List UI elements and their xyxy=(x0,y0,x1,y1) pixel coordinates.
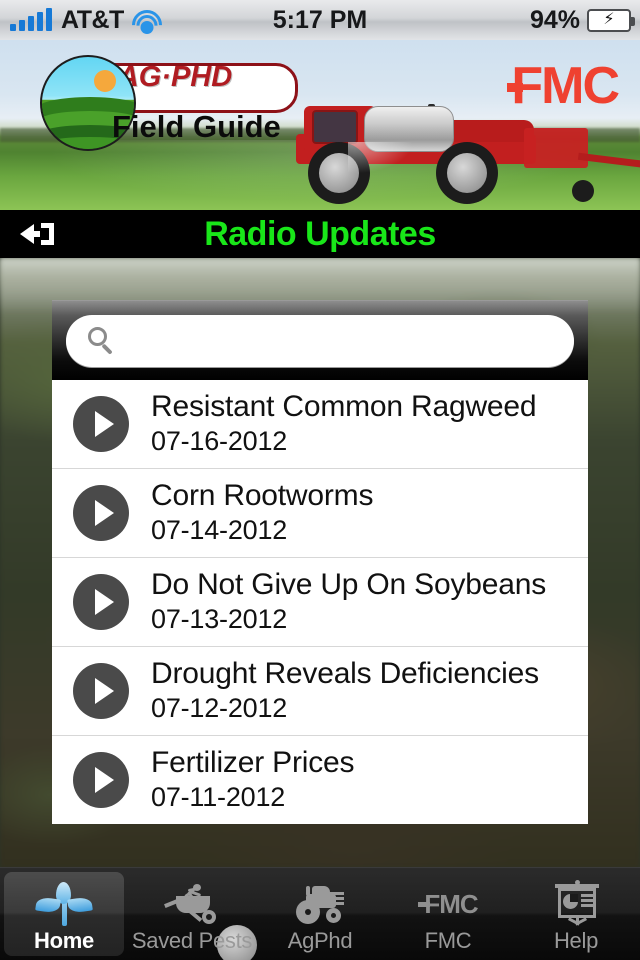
list-item-date: 07-13-2012 xyxy=(151,604,288,635)
list-item[interactable]: Resistant Common Ragweed 07-16-2012 xyxy=(52,380,588,469)
search-panel xyxy=(52,300,588,381)
search-icon xyxy=(88,327,116,355)
app-header-banner: AG·PHD Field Guide FMC xyxy=(0,40,640,210)
play-icon[interactable] xyxy=(73,663,129,719)
tractor-icon xyxy=(290,880,350,928)
tab-saved-pests[interactable]: Saved Pests xyxy=(128,868,257,960)
tab-fmc-label: FMC xyxy=(424,928,472,953)
list-item[interactable]: Drought Reveals Deficiencies 07-12-2012 xyxy=(52,647,588,736)
page-title: Radio Updates xyxy=(204,214,436,253)
play-icon[interactable] xyxy=(73,485,129,541)
list-item[interactable]: Do Not Give Up On Soybeans 07-13-2012 xyxy=(52,558,588,647)
tab-saved-pests-label: Saved Pests xyxy=(131,928,253,953)
clock-label: 5:17 PM xyxy=(272,5,368,34)
search-field[interactable] xyxy=(66,315,574,367)
content-area: Resistant Common Ragweed 07-16-2012 Corn… xyxy=(0,258,640,868)
fmc-logo-icon: FMC xyxy=(418,880,479,928)
list-item-title: Drought Reveals Deficiencies xyxy=(151,656,539,690)
tab-help[interactable]: Help xyxy=(512,868,640,960)
list-item-text: Drought Reveals Deficiencies 07-12-2012 xyxy=(151,656,539,724)
list-item-text: Fertilizer Prices 07-11-2012 xyxy=(151,745,355,813)
list-item-date: 07-11-2012 xyxy=(151,782,286,813)
field-guide-label: Field Guide xyxy=(112,109,281,144)
list-item[interactable]: Fertilizer Prices 07-11-2012 xyxy=(52,736,588,824)
tab-agphd[interactable]: AgPhd xyxy=(256,868,384,960)
status-bar: AT&T 5:17 PM 94% ⚡ xyxy=(0,0,640,47)
list-item-date: 07-16-2012 xyxy=(151,426,288,457)
tab-help-label: Help xyxy=(553,928,599,953)
list-item-date: 07-12-2012 xyxy=(151,693,288,724)
list-item-title: Corn Rootworms xyxy=(151,478,374,512)
tab-bar: Home Saved Pests AgPhd FMC FMC Help xyxy=(0,867,640,960)
list-item-title: Fertilizer Prices xyxy=(151,745,355,779)
list-item[interactable]: Corn Rootworms 07-14-2012 xyxy=(52,469,588,558)
tab-home-label: Home xyxy=(34,928,94,953)
fmc-wordmark: FMC xyxy=(511,57,620,115)
list-item-title: Resistant Common Ragweed xyxy=(151,389,537,423)
tab-fmc[interactable]: FMC FMC xyxy=(384,868,512,960)
radio-updates-list: Resistant Common Ragweed 07-16-2012 Corn… xyxy=(52,380,588,824)
presentation-chart-icon xyxy=(546,880,606,928)
list-item-title: Do Not Give Up On Soybeans xyxy=(151,567,546,601)
search-input[interactable] xyxy=(116,326,574,356)
list-item-text: Corn Rootworms 07-14-2012 xyxy=(151,478,374,546)
wheelbarrow-icon xyxy=(162,880,257,960)
agphd-logo: AG·PHD Field Guide xyxy=(30,55,320,155)
play-icon[interactable] xyxy=(73,574,129,630)
play-icon[interactable] xyxy=(73,396,129,452)
title-bar: Radio Updates xyxy=(0,210,640,258)
tab-agphd-label: AgPhd xyxy=(287,928,353,953)
tab-home[interactable]: Home xyxy=(0,868,128,960)
sprout-icon xyxy=(34,880,94,928)
list-item-date: 07-14-2012 xyxy=(151,515,288,546)
fmc-cross-icon xyxy=(507,75,524,97)
list-item-text: Do Not Give Up On Soybeans 07-13-2012 xyxy=(151,567,546,635)
list-item-text: Resistant Common Ragweed 07-16-2012 xyxy=(151,389,537,457)
play-icon[interactable] xyxy=(73,752,129,808)
fmc-logo: FMC xyxy=(507,57,620,115)
battery-charging-icon: ⚡ xyxy=(587,8,635,32)
app-screen: AT&T 5:17 PM 94% ⚡ AG·PHD Field Guide FM… xyxy=(0,0,640,960)
